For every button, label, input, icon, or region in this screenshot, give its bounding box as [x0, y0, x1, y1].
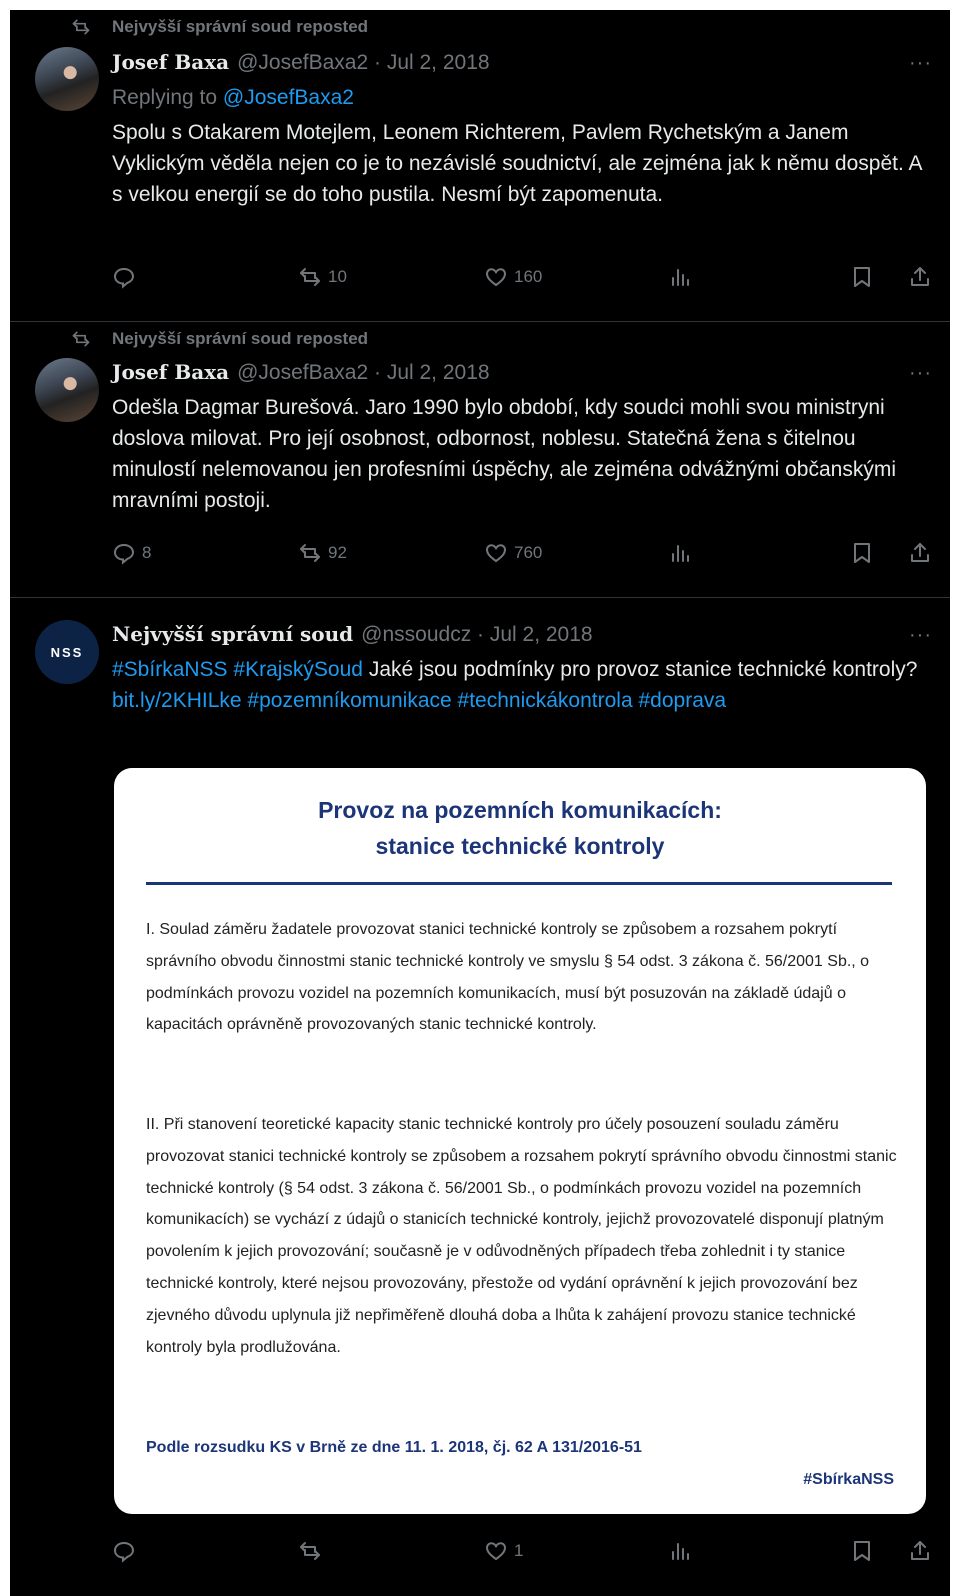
replying-prefix: Replying to [112, 86, 218, 109]
reply-icon [113, 1541, 135, 1563]
hashtag-link[interactable]: #technickákontrola [458, 689, 633, 712]
replying-mention[interactable]: @JosefBaxa2 [223, 86, 354, 109]
card-title-line: stanice technické kontroly [375, 833, 665, 859]
share-icon [911, 267, 929, 286]
card-paragraph: II. Při stanovení teoretické kapacity st… [146, 1116, 897, 1356]
tweet-header: Nejvyšší správní soud @nssoudcz · Jul 2,… [112, 622, 593, 650]
share-icon [911, 1541, 929, 1560]
hashtag-link[interactable]: #KrajskýSoud [233, 658, 363, 681]
tweet[interactable]: Nejvyšší správní soud reposted Josef Bax… [10, 322, 950, 598]
hashtag-link[interactable]: #doprava [638, 689, 726, 712]
tweet-text: Odešla Dagmar Burešová. Jaro 1990 bylo o… [112, 396, 897, 512]
card-hashtag: #SbírkaNSS [803, 1471, 894, 1488]
repost-indicator: Nejvyšší správní soud reposted [70, 16, 368, 38]
retweet-icon [300, 1542, 320, 1560]
card-paragraph: I. Soulad záměru žadatele provozovat sta… [146, 921, 870, 1034]
reply-button[interactable] [112, 262, 142, 292]
card-divider [146, 882, 892, 885]
tweet-text: #SbírkaNSS #KrajskýSoud Jaké jsou podmín… [112, 654, 932, 716]
like-button[interactable]: 160 [484, 262, 542, 292]
avatar-logo-text: NSS [50, 644, 84, 660]
bookmark-icon [854, 543, 870, 563]
bookmark-icon [854, 1541, 870, 1561]
reply-button[interactable] [112, 1536, 142, 1566]
retweet-count: 92 [328, 543, 347, 562]
more-icon[interactable]: ··· [909, 624, 932, 647]
tweet-actions: 10 160 [112, 262, 940, 292]
tweet-header: Josef Baxa @JosefBaxa2 · Jul 2, 2018 [112, 360, 490, 388]
repost-icon [72, 331, 90, 347]
retweet-button[interactable]: 92 [298, 538, 347, 568]
share-button[interactable] [908, 538, 932, 568]
tweet[interactable]: NSS Nejvyšší správní soud @nssoudcz · Ju… [10, 598, 950, 1596]
like-count: 160 [514, 267, 543, 286]
heart-icon [485, 544, 507, 563]
retweet-icon [300, 544, 320, 562]
tweet-header: Josef Baxa @JosefBaxa2 · Jul 2, 2018 [112, 50, 490, 78]
retweet-button[interactable] [298, 1536, 328, 1566]
card-title-line: Provoz na pozemních komunikacích: [318, 797, 722, 823]
heart-icon [485, 1542, 507, 1561]
like-count: 1 [514, 1541, 524, 1560]
avatar[interactable]: NSS [35, 620, 99, 684]
more-icon[interactable]: ··· [909, 362, 932, 385]
more-icon[interactable]: ··· [909, 52, 932, 75]
share-button[interactable] [908, 1536, 932, 1566]
avatar[interactable] [35, 47, 99, 111]
author-handle-date[interactable]: @JosefBaxa2 · Jul 2, 2018 [237, 361, 489, 385]
retweet-button[interactable]: 10 [298, 262, 347, 292]
share-button[interactable] [908, 262, 932, 292]
retweet-count: 10 [328, 267, 347, 286]
repost-label: Nejvyšší správní soud reposted [112, 17, 369, 36]
card-title: Provoz na pozemních komunikacích: stanic… [114, 792, 926, 864]
bookmark-button[interactable] [850, 1536, 874, 1566]
tweet[interactable]: Nejvyšší správní soud reposted Josef Bax… [10, 10, 950, 322]
bookmark-icon [854, 267, 870, 287]
tweet-main-text: Jaké jsou podmínky pro provoz stanice te… [368, 658, 918, 681]
repost-icon [72, 19, 90, 35]
hashtag-link[interactable]: #SbírkaNSS [112, 658, 228, 681]
reply-count: 8 [142, 543, 152, 562]
media-card[interactable]: Provoz na pozemních komunikacích: stanic… [114, 768, 926, 1514]
heart-icon [485, 268, 507, 287]
timeline: Nejvyšší správní soud reposted Josef Bax… [10, 10, 950, 1596]
repost-label: Nejvyšší správní soud reposted [112, 329, 369, 348]
bookmark-button[interactable] [850, 538, 874, 568]
views-button[interactable] [668, 1536, 692, 1566]
like-button[interactable]: 1 [484, 1536, 523, 1566]
share-icon [911, 543, 929, 562]
tweet-actions: 8 92 760 [112, 538, 940, 568]
reply-icon [113, 543, 135, 565]
author-handle-date[interactable]: @JosefBaxa2 · Jul 2, 2018 [237, 51, 489, 75]
like-count: 760 [514, 543, 543, 562]
avatar[interactable] [35, 358, 99, 422]
author-name[interactable]: Josef Baxa [112, 360, 229, 384]
repost-indicator: Nejvyšší správní soud reposted [70, 328, 368, 350]
like-button[interactable]: 760 [484, 538, 542, 568]
views-button[interactable] [668, 262, 692, 292]
views-icon [672, 545, 689, 562]
card-source: Podle rozsudku KS v Brně ze dne 11. 1. 2… [146, 1439, 642, 1456]
replying-to: Replying to @JosefBaxa2 [112, 86, 354, 110]
reply-button[interactable]: 8 [112, 538, 151, 568]
author-handle-date[interactable]: @nssoudcz · Jul 2, 2018 [361, 623, 592, 647]
reply-icon [113, 267, 135, 289]
bookmark-button[interactable] [850, 262, 874, 292]
tweet-actions: 1 [112, 1536, 940, 1566]
author-name[interactable]: Josef Baxa [112, 50, 229, 74]
hashtag-link[interactable]: #pozemníkomunikace [247, 689, 451, 712]
retweet-icon [300, 268, 320, 286]
tweet-text: Spolu s Otakarem Motejlem, Leonem Richte… [112, 121, 922, 206]
views-button[interactable] [668, 538, 692, 568]
views-icon [672, 1543, 689, 1560]
views-icon [672, 269, 689, 286]
author-name[interactable]: Nejvyšší správní soud [112, 622, 353, 646]
url-link[interactable]: bit.ly/2KHILke [112, 689, 242, 712]
